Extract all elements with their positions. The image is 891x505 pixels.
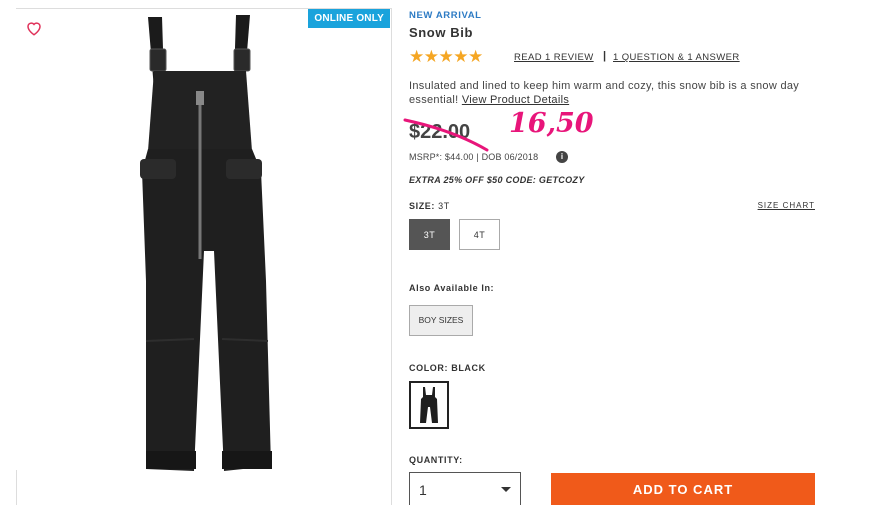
divider: [16, 470, 17, 505]
color-value: BLACK: [451, 363, 486, 373]
quantity-value: 1: [419, 482, 427, 498]
product-title: Snow Bib: [409, 25, 474, 40]
quantity-label: QUANTITY:: [409, 455, 463, 465]
product-description: Insulated and lined to keep him warm and…: [409, 79, 809, 107]
size-label-text: SIZE:: [409, 201, 436, 211]
add-to-cart-button[interactable]: ADD TO CART: [551, 473, 815, 505]
color-label-text: COLOR:: [409, 363, 449, 373]
view-details-link[interactable]: View Product Details: [462, 94, 569, 106]
questions-link[interactable]: 1 QUESTION & 1 ANSWER: [613, 52, 740, 63]
size-chart-link[interactable]: SIZE CHART: [758, 201, 815, 210]
size-option-3t[interactable]: 3T: [409, 219, 450, 250]
separator: |: [603, 50, 607, 62]
strikethrough-mark: [403, 118, 489, 152]
size-label: SIZE: 3T: [409, 201, 450, 211]
size-value: 3T: [438, 201, 450, 211]
size-option-4t[interactable]: 4T: [459, 219, 500, 250]
new-arrival-tag: NEW ARRIVAL: [409, 10, 482, 21]
promo-text: EXTRA 25% OFF $50 CODE: GETCOZY: [409, 175, 585, 185]
read-review-link[interactable]: READ 1 REVIEW: [514, 52, 594, 63]
heart-icon[interactable]: [25, 19, 43, 37]
quantity-select[interactable]: 1: [409, 472, 521, 505]
color-swatch-black[interactable]: [409, 381, 449, 429]
handwritten-price: 16,50: [509, 108, 594, 139]
product-image-panel: ONLINE ONLY: [16, 8, 392, 505]
product-image[interactable]: [76, 11, 336, 481]
swatch-thumbnail: [420, 387, 438, 423]
color-label: COLOR: BLACK: [409, 363, 486, 373]
chevron-down-icon: [501, 487, 511, 492]
info-icon[interactable]: i: [556, 151, 568, 163]
msrp-text: MSRP*: $44.00 | DOB 06/2018: [409, 152, 539, 162]
also-available-label: Also Available In:: [409, 283, 495, 293]
boy-sizes-button[interactable]: BOY SIZES: [409, 305, 473, 336]
rating-stars[interactable]: ★★★★★: [409, 47, 483, 67]
